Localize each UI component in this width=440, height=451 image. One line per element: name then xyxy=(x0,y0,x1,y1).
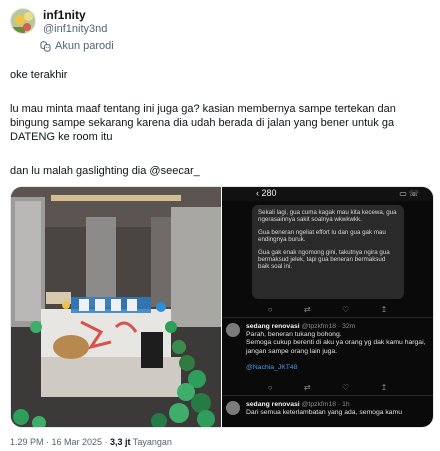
dm-message: Gua beneran ngeliat effort lu dan gua ga… xyxy=(258,228,386,244)
views-count: 3,3 jt xyxy=(110,437,131,447)
reply-handle: @tpzkfm18 · 32m xyxy=(301,323,356,330)
tweet-text: oke terakhir lu mau minta maaf tentang i… xyxy=(10,68,430,192)
tweet-line: dan lu malah gaslighting dia @seecar_ xyxy=(10,165,200,177)
reply-mention: @Nachia_JKT48 xyxy=(246,363,298,371)
dm-message: Sekali lagi, gua cuma kagak mau kita kec… xyxy=(258,209,397,224)
phone-topbar: ‹ 280 ▭ ☏ xyxy=(222,187,433,201)
reply-icon: ○ xyxy=(267,305,273,314)
dm-message: Gua gak enak ngomong gini, takutnya ngir… xyxy=(258,248,390,271)
parody-label: Akun parodi xyxy=(55,40,114,52)
action-bar: ○ ⇄ ♡ ↥ xyxy=(222,305,433,314)
share-icon: ↥ xyxy=(380,383,388,392)
media-grid: ‹ 280 ▭ ☏ Sekali lagi, gua cuma kagak ma… xyxy=(10,186,434,428)
share-icon: ↥ xyxy=(380,305,388,314)
reply-avatar xyxy=(226,323,240,337)
reply-name: sedang renovasi xyxy=(246,323,300,330)
like-icon: ♡ xyxy=(342,305,350,314)
tweet-footer: 1.29 PM · 16 Mar 2025 · 3,3 jt Tayangan xyxy=(10,437,172,447)
back-count: ‹ 280 xyxy=(256,188,277,198)
room-photo-illustration xyxy=(11,187,221,427)
reply-text: Semoga cukup berenti di aku ya orang yg … xyxy=(246,339,426,355)
reply-text: Parah, beneran tukang bohong. xyxy=(246,331,342,339)
tweet-time[interactable]: 1.29 PM · 16 Mar 2025 · xyxy=(10,437,110,447)
tweet-line: oke terakhir xyxy=(10,69,68,81)
action-bar: ○ ⇄ ♡ ↥ xyxy=(222,383,433,392)
parody-badge: Akun parodi xyxy=(40,40,114,52)
theater-masks-icon xyxy=(40,40,51,52)
display-name[interactable]: inf1nity xyxy=(43,8,107,22)
video-call-icon: ▭ ☏ xyxy=(399,189,419,198)
reply-post: sedang renovasi @tpzkfm18 · 1h Dari semu… xyxy=(226,401,430,417)
author-names: inf1nity @inf1nity3nd xyxy=(43,8,107,36)
back-count-value: 280 xyxy=(261,188,277,198)
handle[interactable]: @inf1nity3nd xyxy=(43,22,107,36)
reply-text: Dari semua keterlambatan yang ada, semog… xyxy=(246,409,403,417)
divider xyxy=(222,395,433,396)
dm-message-box: Sekali lagi, gua cuma kagak mau kita kec… xyxy=(252,205,404,299)
retweet-icon: ⇄ xyxy=(303,383,311,392)
tweet-line: lu mau minta maaf tentang ini juga ga? k… xyxy=(10,103,396,143)
reply-post: sedang renovasi @tpzkfm18 · 32m Parah, b… xyxy=(226,323,430,372)
room-photo[interactable] xyxy=(11,187,221,427)
phone-screenshot[interactable]: ‹ 280 ▭ ☏ Sekali lagi, gua cuma kagak ma… xyxy=(222,187,433,427)
reply-handle: @tpzkfm18 · 1h xyxy=(301,401,350,408)
views-label: Tayangan xyxy=(132,437,172,447)
reply-name: sedang renovasi xyxy=(246,401,300,408)
retweet-icon: ⇄ xyxy=(303,305,311,314)
tweet-header: inf1nity @inf1nity3nd xyxy=(10,8,107,36)
reply-avatar xyxy=(226,401,240,415)
reply-icon: ○ xyxy=(267,383,273,392)
divider xyxy=(222,317,433,318)
avatar[interactable] xyxy=(10,8,36,34)
like-icon: ♡ xyxy=(342,383,350,392)
